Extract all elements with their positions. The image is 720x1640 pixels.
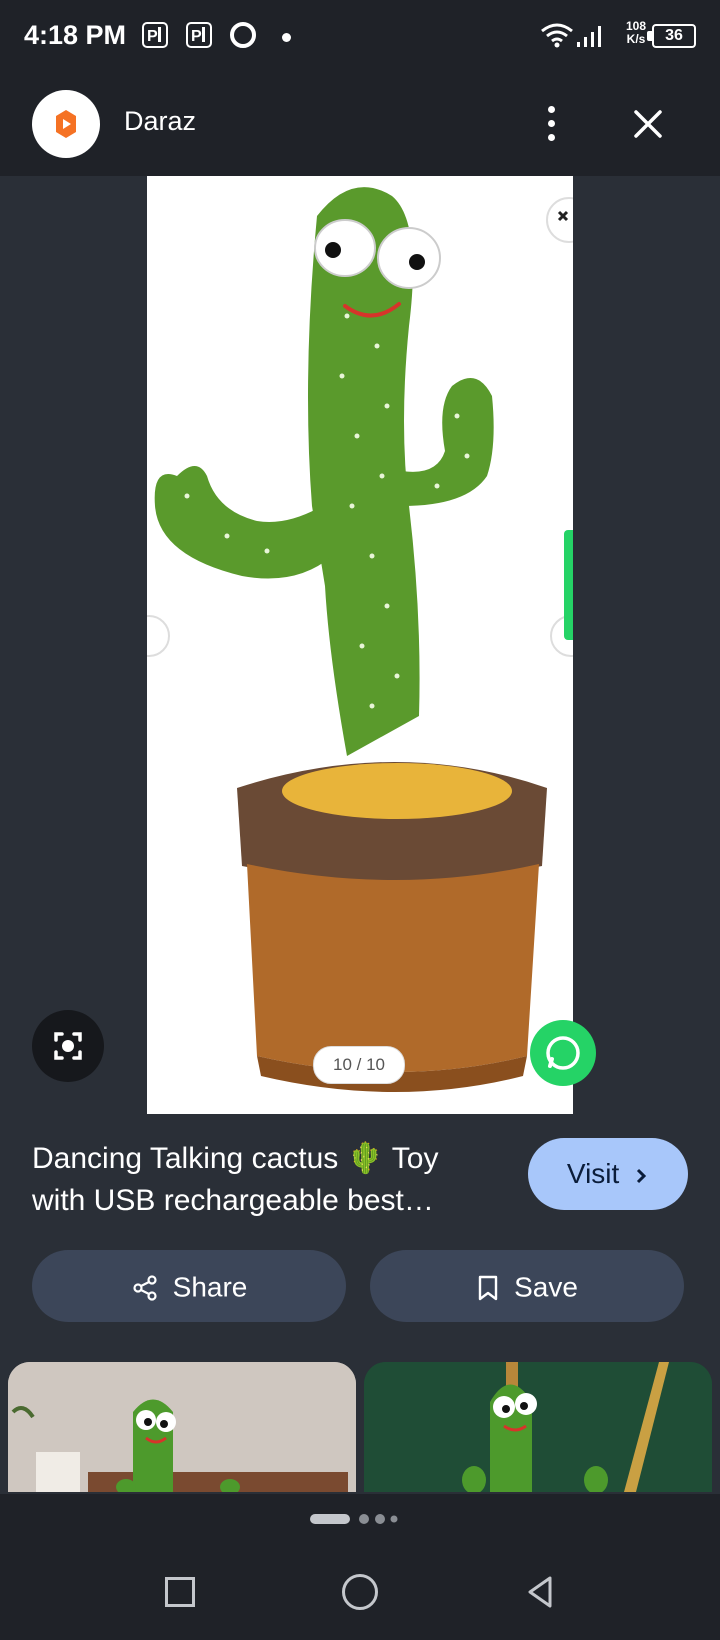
- battery-icon: 36: [652, 24, 696, 48]
- pager-dots: [310, 1512, 410, 1526]
- google-lens-icon[interactable]: [32, 1010, 104, 1082]
- more-vert-icon[interactable]: [536, 104, 566, 144]
- save-button[interactable]: Save: [370, 1250, 684, 1322]
- visit-label: Visit: [566, 1158, 620, 1189]
- related-image-thumbnail[interactable]: [364, 1362, 712, 1492]
- chevron-right-icon: [637, 1168, 647, 1183]
- side-tab[interactable]: [564, 530, 573, 640]
- sync-icon: [230, 22, 256, 48]
- parking-icon: P: [142, 22, 168, 48]
- cactus-photo: [8, 1362, 356, 1492]
- share-button[interactable]: Share: [32, 1250, 346, 1322]
- cactus-photo: [364, 1362, 712, 1492]
- visit-button[interactable]: Visit: [528, 1138, 688, 1210]
- daraz-logo-icon[interactable]: [32, 90, 100, 158]
- svg-text:P: P: [147, 28, 158, 45]
- product-image[interactable]: [147, 176, 573, 1114]
- parking-icon: P: [186, 22, 212, 48]
- image-counter: 10 / 10: [313, 1046, 405, 1084]
- app-title: Daraz: [124, 106, 197, 136]
- status-time: 4:18 PM: [24, 20, 127, 50]
- home-button[interactable]: [342, 1574, 378, 1610]
- recents-button[interactable]: [165, 1577, 195, 1607]
- signal-icon: [577, 26, 601, 47]
- result-title[interactable]: Dancing Talking cactus 🌵 Toy with USB re…: [32, 1138, 502, 1222]
- cactus-toy-illustration: [147, 187, 573, 1092]
- svg-text:P: P: [191, 28, 202, 45]
- share-icon: [133, 1275, 157, 1301]
- close-icon[interactable]: [628, 104, 668, 144]
- share-label: Share: [172, 1271, 248, 1303]
- notification-dot: [282, 33, 291, 42]
- result-title-line1: Dancing Talking cactus 🌵 Toy: [32, 1142, 439, 1175]
- related-image-thumbnail[interactable]: [8, 1362, 356, 1492]
- result-title-line2: with USB rechargeable best…: [32, 1184, 434, 1217]
- back-button[interactable]: [522, 1574, 558, 1610]
- whatsapp-icon[interactable]: [530, 1020, 596, 1086]
- app-header: [0, 74, 720, 176]
- wifi-icon: [541, 23, 573, 48]
- bookmark-icon: [478, 1275, 498, 1300]
- save-label: Save: [514, 1271, 578, 1303]
